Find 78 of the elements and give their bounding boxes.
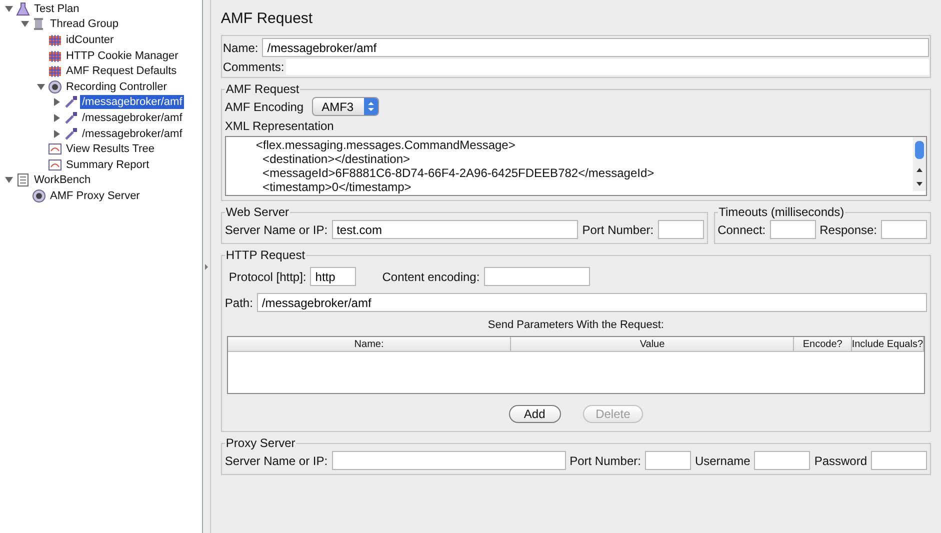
dropper-icon bbox=[64, 110, 78, 125]
field-label: Password bbox=[814, 454, 867, 468]
field-label: XML Representation bbox=[224, 119, 335, 133]
add-button[interactable]: Add bbox=[508, 405, 561, 423]
field-label: Username bbox=[694, 454, 750, 468]
field-label: Port Number: bbox=[582, 222, 654, 236]
grid-icon bbox=[48, 32, 62, 47]
chart-icon bbox=[48, 142, 62, 156]
gear-icon bbox=[48, 80, 62, 94]
column-header[interactable]: Encode? bbox=[794, 337, 852, 351]
panel-title: AMF Request bbox=[220, 9, 314, 29]
section-title: Proxy Server bbox=[224, 436, 296, 450]
xml-text-area[interactable]: <flex.messaging.messages.CommandMessage> <destination></destination> <messageId>6F8881C6-8D74-66F4-2A96-6425FDEEB782</messageId> <timestamp>0</timestamp> bbox=[224, 136, 927, 196]
code-line: <destination></destination> bbox=[262, 152, 412, 166]
name-field[interactable]: /messagebroker/amf bbox=[262, 38, 929, 57]
proxy-server-field[interactable] bbox=[332, 451, 566, 470]
tree-item[interactable]: AMF Request Defaults bbox=[64, 64, 179, 78]
chart-icon bbox=[48, 158, 62, 172]
field-label: Server Name or IP: bbox=[224, 454, 328, 468]
column-header[interactable]: Include Equals? bbox=[852, 337, 924, 351]
dropper-icon bbox=[64, 126, 78, 141]
section-title: Timeouts (milliseconds) bbox=[718, 205, 846, 219]
column-header[interactable]: Value bbox=[511, 337, 794, 351]
tree-item[interactable]: /messagebroker/amf bbox=[80, 110, 184, 125]
grid-icon bbox=[48, 64, 62, 78]
port-field[interactable] bbox=[658, 220, 704, 239]
expanded-arrow-icon[interactable] bbox=[18, 20, 32, 28]
field-label: Response: bbox=[820, 222, 877, 236]
password-field[interactable] bbox=[871, 451, 927, 470]
username-field[interactable] bbox=[754, 451, 810, 470]
code-line: <timestamp>0</timestamp> bbox=[262, 180, 412, 194]
tree-item[interactable]: Thread Group bbox=[48, 17, 120, 32]
response-field[interactable] bbox=[881, 220, 927, 239]
content-encoding-field[interactable] bbox=[484, 267, 590, 286]
protocol-field[interactable]: http bbox=[310, 267, 356, 286]
field-label: Connect: bbox=[718, 222, 766, 236]
section-title: HTTP Request bbox=[224, 248, 306, 262]
tree-item[interactable]: Test Plan bbox=[32, 2, 82, 16]
field-label: AMF Encoding bbox=[224, 100, 304, 114]
clipboard-icon bbox=[16, 173, 30, 188]
tree-item[interactable]: View Results Tree bbox=[64, 142, 156, 156]
expanded-arrow-icon[interactable] bbox=[2, 4, 16, 13]
code-line: <flex.messaging.messages.CommandMessage> bbox=[256, 138, 516, 152]
column-header[interactable]: Name: bbox=[228, 337, 512, 351]
grid-icon bbox=[48, 48, 62, 63]
expanded-arrow-icon[interactable] bbox=[34, 82, 48, 91]
field-label: Protocol [http]: bbox=[228, 270, 306, 284]
connect-field[interactable] bbox=[770, 220, 816, 239]
field-label: Name: bbox=[222, 40, 258, 54]
field-label: Content encoding: bbox=[382, 270, 480, 284]
tree-item[interactable]: /messagebroker/amf bbox=[80, 95, 184, 110]
scrollbar-icon[interactable] bbox=[913, 137, 926, 191]
server-field[interactable]: test.com bbox=[332, 220, 578, 239]
encoding-select[interactable]: AMF3 bbox=[312, 97, 379, 116]
params-title: Send Parameters With the Request: bbox=[486, 318, 665, 333]
stepper-arrows-icon[interactable] bbox=[364, 98, 378, 115]
dropper-icon bbox=[64, 95, 78, 110]
comments-field[interactable] bbox=[286, 59, 929, 75]
section-title: Web Server bbox=[224, 205, 290, 219]
tree-item[interactable]: Recording Controller bbox=[64, 80, 169, 94]
tree-item[interactable]: Summary Report bbox=[64, 158, 152, 172]
spool-icon bbox=[32, 17, 46, 32]
gear-icon bbox=[32, 188, 46, 203]
section-title: AMF Request bbox=[224, 82, 300, 96]
path-field[interactable]: /messagebroker/amf bbox=[256, 293, 927, 312]
expanded-arrow-icon[interactable] bbox=[2, 176, 16, 184]
tree-item[interactable]: WorkBench bbox=[32, 173, 93, 188]
field-label: Server Name or IP: bbox=[224, 222, 328, 236]
tree-item[interactable]: /messagebroker/amf bbox=[80, 126, 184, 141]
field-label: Path: bbox=[224, 296, 253, 310]
tree-item[interactable]: HTTP Cookie Manager bbox=[64, 48, 180, 63]
proxy-port-field[interactable] bbox=[644, 451, 691, 470]
field-label: Port Number: bbox=[570, 454, 641, 468]
tree-item[interactable]: AMF Proxy Server bbox=[48, 188, 142, 203]
flask-icon bbox=[16, 2, 30, 16]
code-line: <messageId>6F8881C6-8D74-66F4-2A96-6425FDEEB782</messageId> bbox=[262, 166, 656, 180]
field-label: Comments: bbox=[222, 60, 284, 74]
tree-item[interactable]: idCounter bbox=[64, 32, 116, 47]
